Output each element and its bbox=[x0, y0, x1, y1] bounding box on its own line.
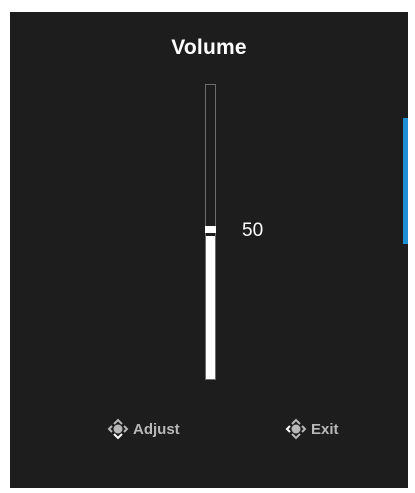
joystick-up-down-icon bbox=[107, 418, 129, 440]
joystick-left-icon bbox=[285, 418, 307, 440]
osd-volume-panel: Volume 50 Adjust Exit bbox=[10, 12, 408, 488]
osd-title: Volume bbox=[171, 36, 247, 59]
exit-hint: Exit bbox=[285, 418, 339, 440]
volume-slider-handle[interactable] bbox=[205, 226, 216, 233]
volume-value: 50 bbox=[242, 219, 264, 241]
exit-hint-label: Exit bbox=[311, 420, 339, 438]
adjust-hint-label: Adjust bbox=[133, 420, 180, 438]
adjust-hint: Adjust bbox=[107, 418, 180, 440]
volume-slider-fill bbox=[206, 236, 215, 379]
side-accent-bar bbox=[403, 118, 408, 244]
volume-slider[interactable] bbox=[205, 84, 216, 380]
